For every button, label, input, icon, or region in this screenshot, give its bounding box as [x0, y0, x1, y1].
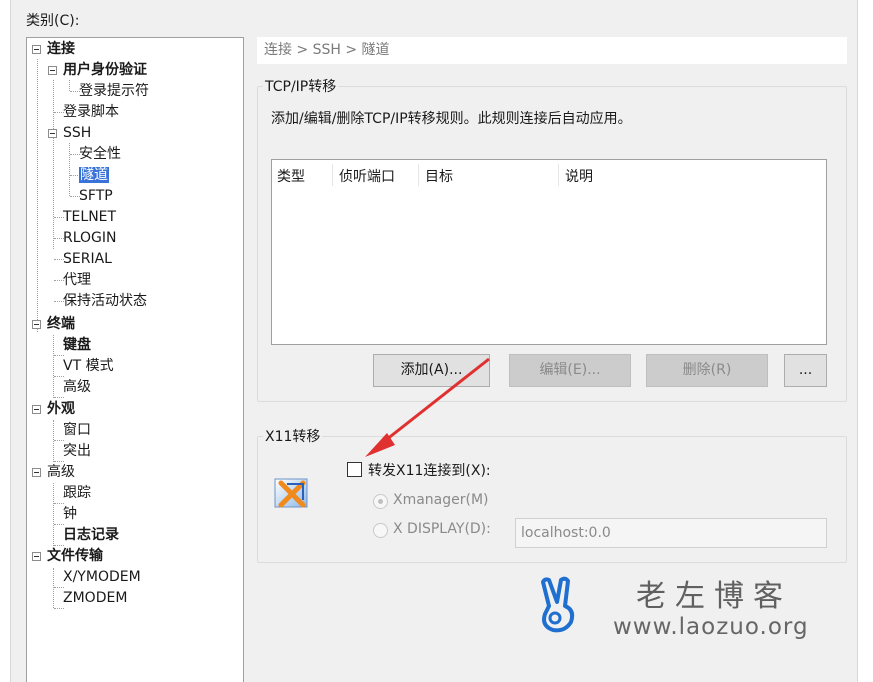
xmanager-radio[interactable]: [373, 494, 388, 509]
column-header-listen-port[interactable]: 侦听端口: [339, 166, 395, 186]
tree-item-keep-alive[interactable]: 保持活动状态: [63, 291, 147, 312]
tree-item-terminal[interactable]: 终端: [47, 314, 75, 335]
tree-item-logging[interactable]: 日志记录: [63, 525, 119, 546]
selected-item-label: 隧道: [79, 167, 109, 183]
x11-group-title: X11转移: [263, 426, 323, 446]
xdisplay-label: X DISPLAY(D):: [393, 521, 491, 537]
tree-item-login-scripts[interactable]: 登录脚本: [63, 102, 119, 123]
tree-item-ssh[interactable]: SSH: [63, 123, 91, 144]
tree-item-login-prompts[interactable]: 登录提示符: [79, 81, 149, 102]
tree-item-rlogin[interactable]: RLOGIN: [63, 228, 117, 249]
victory-hand-logo-icon: [535, 576, 585, 634]
tree-item-window[interactable]: 窗口: [63, 420, 91, 441]
tree-item-security[interactable]: 安全性: [79, 144, 121, 165]
column-header-destination[interactable]: 目标: [425, 166, 453, 186]
expander-icon[interactable]: [32, 320, 41, 329]
tree-item-keyboard[interactable]: 键盘: [63, 335, 91, 356]
expander-icon[interactable]: [48, 66, 57, 75]
tree-item-highlight[interactable]: 突出: [63, 441, 91, 462]
tree-item-telnet[interactable]: TELNET: [63, 207, 116, 228]
tree-item-user-auth[interactable]: 用户身份验证: [63, 60, 147, 81]
expander-icon[interactable]: [32, 45, 41, 54]
tree-item-trace[interactable]: 跟踪: [63, 483, 91, 504]
tree-item-file-transfer[interactable]: 文件传输: [47, 546, 103, 567]
tree-item-tunneling[interactable]: 隧道: [79, 165, 109, 186]
expander-icon[interactable]: [32, 468, 41, 477]
xmanager-label: Xmanager(M): [393, 492, 489, 508]
tcp-description: 添加/编辑/删除TCP/IP转移规则。此规则连接后自动应用。: [271, 111, 632, 127]
annotation-arrow-icon: [365, 357, 490, 457]
tree-item-serial[interactable]: SERIAL: [63, 249, 112, 270]
tree-item-sftp[interactable]: SFTP: [79, 186, 113, 207]
tree-item-advanced[interactable]: 高级: [63, 377, 91, 398]
column-header-type[interactable]: 类型: [277, 166, 305, 186]
forwarding-rules-list[interactable]: 类型 侦听端口 目标 说明: [271, 159, 827, 345]
tree-item-zmodem[interactable]: ZMODEM: [63, 588, 127, 609]
watermark-url: www.laozuo.org: [613, 614, 809, 640]
tree-item-bell[interactable]: 钟: [63, 504, 77, 525]
xdisplay-radio[interactable]: [373, 523, 388, 538]
tree-item-xymodem[interactable]: X/YMODEM: [63, 567, 141, 588]
delete-button[interactable]: 删除(R): [646, 354, 768, 387]
tree-item-proxy[interactable]: 代理: [63, 270, 91, 291]
xdisplay-input[interactable]: localhost:0.0: [515, 518, 827, 548]
watermark-title: 老左博客: [636, 579, 792, 614]
tree-item-advanced-root[interactable]: 高级: [47, 462, 75, 483]
breadcrumb: 连接 > SSH > 隧道: [257, 37, 847, 64]
edit-button[interactable]: 编辑(E)...: [509, 354, 631, 387]
more-button[interactable]: ...: [784, 354, 827, 387]
expander-icon[interactable]: [32, 405, 41, 414]
tree-item-vt-mode[interactable]: VT 模式: [63, 356, 114, 377]
tree-item-connection[interactable]: 连接: [47, 39, 75, 60]
category-label: 类别(C):: [26, 13, 80, 29]
tcp-group-title: TCP/IP转移: [263, 76, 339, 96]
xmanager-logo-icon: [273, 475, 311, 511]
column-header-description[interactable]: 说明: [565, 166, 593, 186]
expander-icon[interactable]: [32, 552, 41, 561]
session-properties-dialog: 类别(C): 连接 用户身份验证 登录提示符 登录脚本 SSH 安全性 隧道 S…: [10, 0, 858, 682]
tree-item-appearance[interactable]: 外观: [47, 399, 75, 420]
expander-icon[interactable]: [48, 129, 57, 138]
category-tree[interactable]: 连接 用户身份验证 登录提示符 登录脚本 SSH 安全性 隧道 SFTP TEL…: [26, 37, 244, 682]
